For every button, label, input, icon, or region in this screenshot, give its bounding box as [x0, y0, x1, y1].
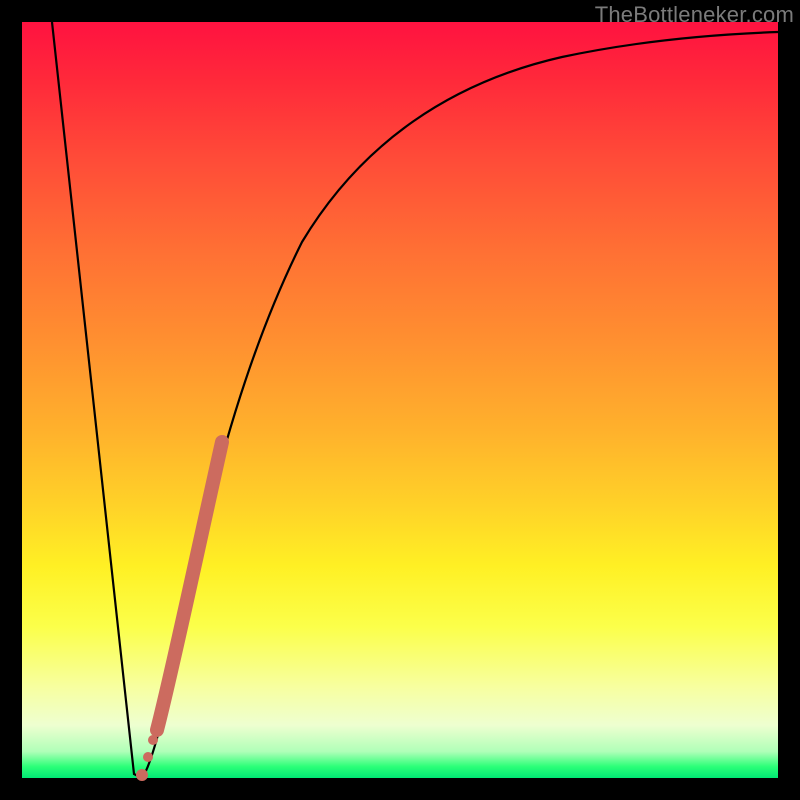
curve-path — [52, 22, 778, 778]
bottleneck-curve — [22, 22, 778, 778]
highlight-dot — [136, 769, 148, 781]
watermark-text: TheBottleneker.com — [595, 2, 794, 28]
highlight-dot — [143, 752, 153, 762]
highlight-segment — [157, 442, 222, 730]
chart-frame: TheBottleneker.com — [0, 0, 800, 800]
plot-area — [22, 22, 778, 778]
highlight-dot — [148, 735, 158, 745]
